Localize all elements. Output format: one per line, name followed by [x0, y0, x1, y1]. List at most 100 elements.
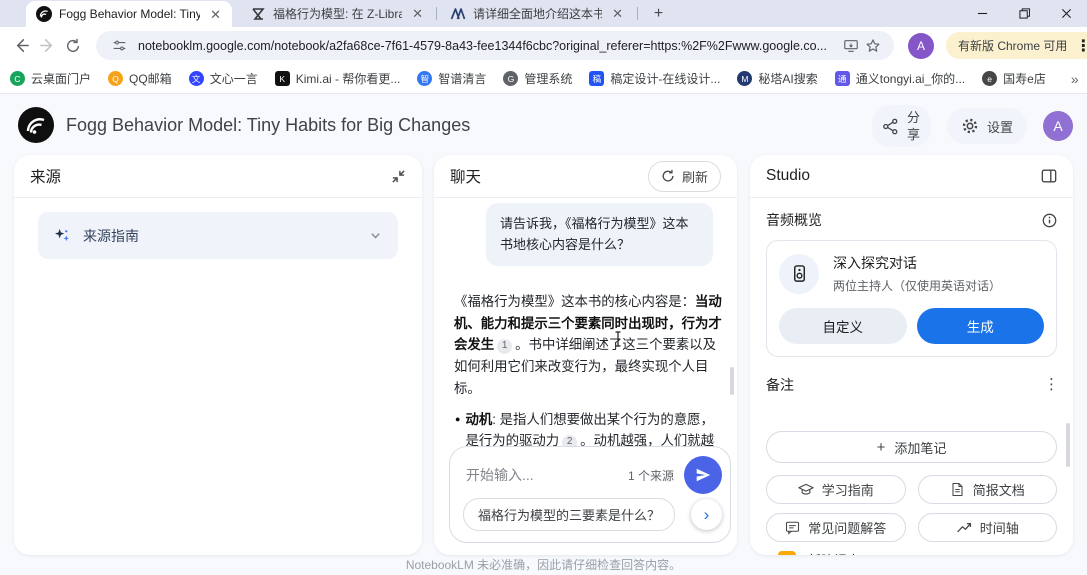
next-suggestion-button[interactable]: ›	[691, 499, 722, 530]
browser-menu-icon[interactable]: ⋮	[1073, 32, 1087, 59]
bookmark-item[interactable]: M 秘塔AI搜索	[737, 70, 817, 87]
tab-notebooklm[interactable]: Fogg Behavior Model: Tiny H ✕	[26, 1, 232, 27]
reload-icon[interactable]	[60, 33, 86, 59]
audio-overview-title: 音频概览	[766, 210, 822, 230]
bookmarks-bar: C 云桌面门户 Q QQ邮箱 文 文心一言 K Kimi.ai - 帮你看更..…	[0, 64, 1087, 94]
forward-icon[interactable]	[34, 33, 60, 59]
bookmark-favicon-icon: 智	[417, 71, 432, 86]
tab-close-icon[interactable]: ✕	[207, 7, 224, 22]
chat-scrollbar-thumb[interactable]	[730, 367, 734, 395]
user-message: 请告诉我，《福格行为模型》这本书地核心内容是什么？	[486, 203, 713, 266]
chat-input-card: 开始输入... 1 个来源 福格行为模型的三要素是什么？ ›	[449, 446, 731, 543]
bookmark-label: 秘塔AI搜索	[758, 70, 817, 87]
customize-button[interactable]: 自定义	[779, 308, 907, 344]
studio-scrollbar-thumb[interactable]	[1066, 423, 1070, 467]
note-list-item[interactable]: 新建记事	[766, 550, 1057, 555]
audio-overview-header: 音频概览	[750, 198, 1073, 236]
document-icon	[950, 482, 965, 497]
browser-tabstrip: Fogg Behavior Model: Tiny H ✕ 福格行为模型: 在 …	[0, 0, 1087, 27]
tab-title: 福格行为模型: 在 Z-Library 上	[273, 5, 402, 22]
study-guide-button[interactable]: 学习指南	[766, 475, 906, 504]
notes-title: 备注	[766, 375, 794, 395]
url-bar[interactable]: notebooklm.google.com/notebook/a2fa68ce-…	[96, 31, 894, 60]
bookmark-item[interactable]: e 国寿e店	[982, 70, 1046, 87]
studio-panel: Studio 音频概览 深入探究对话 两位主持人（仅使用英语对话） 自定义 生成…	[750, 155, 1073, 555]
generate-button[interactable]: 生成	[917, 308, 1045, 344]
bookmark-star-icon[interactable]	[862, 35, 884, 57]
sources-title: 来源	[30, 165, 61, 187]
bookmark-favicon-icon: e	[982, 71, 997, 86]
note-icon	[778, 551, 796, 556]
refresh-icon	[661, 169, 675, 183]
collapse-panel-icon[interactable]	[391, 169, 406, 184]
site-settings-icon[interactable]	[108, 35, 130, 57]
bookmark-label: 云桌面门户	[31, 70, 91, 87]
bookmark-favicon-icon: 稿	[589, 71, 604, 86]
bookmark-favicon-icon: G	[503, 71, 518, 86]
studio-title: Studio	[766, 167, 810, 185]
chevron-down-icon[interactable]	[369, 229, 382, 242]
new-tab-button[interactable]: +	[648, 3, 669, 24]
bookmarks-overflow-chevron[interactable]: »	[1063, 71, 1087, 87]
settings-button[interactable]: 设置	[947, 108, 1027, 144]
tab-separator	[436, 7, 437, 20]
account-avatar[interactable]: A	[1043, 111, 1073, 141]
notebooklm-logo-icon[interactable]	[18, 107, 54, 143]
bookmark-favicon-icon: 通	[835, 71, 850, 86]
tab-close-icon[interactable]: ✕	[409, 6, 426, 21]
bookmark-item[interactable]: K Kimi.ai - 帮你看更...	[275, 70, 401, 87]
chat-panel: 聊天 刷新 请告诉我，《福格行为模型》这本书地核心内容是什么？ 《福格行为模型》…	[434, 155, 737, 555]
deep-dive-subtitle: 两位主持人（仅使用英语对话）	[833, 277, 1001, 294]
send-to-device-icon[interactable]	[840, 35, 862, 57]
briefing-doc-button[interactable]: 简报文档	[918, 475, 1058, 504]
timeline-button[interactable]: 时间轴	[918, 513, 1058, 542]
browser-toolbar: notebooklm.google.com/notebook/a2fa68ce-…	[0, 27, 1087, 64]
graduation-cap-icon	[798, 482, 814, 498]
refresh-label: 刷新	[682, 167, 708, 186]
notebooklm-header: Fogg Behavior Model: Tiny Habits for Big…	[0, 95, 1087, 155]
suggested-question-chip[interactable]: 福格行为模型的三要素是什么？	[463, 498, 675, 531]
browser-profile-avatar[interactable]: A	[908, 33, 934, 59]
url-text[interactable]: notebooklm.google.com/notebook/a2fa68ce-…	[138, 39, 840, 53]
notebooklm-favicon-icon	[36, 6, 52, 22]
zlibrary-favicon-icon	[250, 6, 266, 22]
gear-icon	[961, 117, 979, 135]
faq-button[interactable]: 常见问题解答	[766, 513, 906, 542]
bookmark-item[interactable]: 稿 稿定设计-在线设计...	[589, 70, 720, 87]
send-icon	[694, 466, 712, 484]
split-view-icon[interactable]	[1041, 168, 1057, 184]
minimize-button[interactable]	[961, 0, 1003, 27]
sources-panel: 来源 来源指南	[14, 155, 422, 555]
bookmark-item[interactable]: 文 文心一言	[189, 70, 258, 87]
chat-bubble-icon	[785, 520, 800, 535]
bookmark-item[interactable]: 智 智谱清言	[417, 70, 486, 87]
trend-line-icon	[956, 520, 972, 536]
study-guide-label: 学习指南	[822, 480, 874, 499]
faq-label: 常见问题解答	[808, 518, 886, 537]
back-icon[interactable]	[8, 33, 34, 59]
tab-title: 请详细全面地介绍这本书《福格	[473, 5, 602, 22]
refresh-chat-button[interactable]: 刷新	[648, 161, 721, 192]
bookmark-item[interactable]: Q QQ邮箱	[108, 70, 172, 87]
audio-card-text: 深入探究对话 两位主持人（仅使用英语对话）	[833, 253, 1001, 294]
add-note-button[interactable]: + 添加笔记	[766, 431, 1057, 463]
bookmark-item[interactable]: 通 通义tongyi.ai_你的...	[835, 70, 965, 87]
send-button[interactable]	[684, 456, 722, 494]
tab-close-icon[interactable]: ✕	[609, 6, 626, 21]
bookmark-item[interactable]: G 管理系统	[503, 70, 572, 87]
source-guide-card[interactable]: 来源指南	[38, 212, 398, 259]
bookmark-item[interactable]: C 云桌面门户	[10, 70, 91, 87]
chat-input-field[interactable]: 开始输入...	[466, 465, 628, 485]
share-button[interactable]: 分享	[872, 105, 931, 147]
bookmark-favicon-icon: 文	[189, 71, 204, 86]
bookmark-label: Kimi.ai - 帮你看更...	[296, 70, 401, 87]
tab-metaso[interactable]: 请详细全面地介绍这本书《福格 ✕	[440, 0, 634, 27]
notebook-title[interactable]: Fogg Behavior Model: Tiny Habits for Big…	[66, 115, 470, 136]
notes-menu-icon[interactable]: ⋮	[1044, 381, 1059, 389]
info-icon[interactable]	[1042, 213, 1057, 228]
citation-chip-1[interactable]: 1	[497, 339, 512, 354]
tab-zlibrary[interactable]: 福格行为模型: 在 Z-Library 上 ✕	[240, 0, 434, 27]
chrome-update-chip[interactable]: 有新版 Chrome 可用	[946, 32, 1073, 59]
close-window-button[interactable]	[1045, 0, 1087, 27]
restore-button[interactable]	[1003, 0, 1045, 27]
